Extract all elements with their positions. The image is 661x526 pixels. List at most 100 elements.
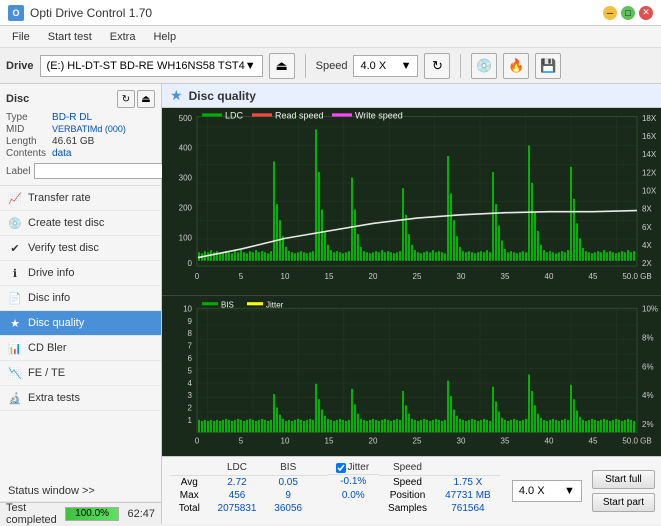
sidebar-item-extra-tests[interactable]: 🔬 Extra tests [0, 386, 161, 411]
speed-label: Speed [316, 60, 348, 72]
label-row: Label 🔍 [6, 163, 155, 179]
svg-text:7: 7 [188, 342, 193, 351]
create-test-disc-label: Create test disc [28, 217, 104, 229]
fe-te-label: FE / TE [28, 367, 65, 379]
disc-eject-button[interactable]: ⏏ [137, 90, 155, 108]
col-header-spacer [311, 461, 328, 475]
transfer-rate-icon: 📈 [8, 191, 22, 205]
eject-button[interactable]: ⏏ [269, 53, 295, 79]
speed-value: 4.0 X [360, 60, 386, 72]
svg-text:400: 400 [179, 144, 193, 153]
progress-bar: 100.0% [65, 507, 120, 521]
avg-speed-val: 1.75 X [436, 475, 500, 489]
svg-text:6: 6 [188, 354, 193, 363]
start-part-button[interactable]: Start part [592, 493, 655, 512]
sidebar-item-cd-bler[interactable]: 📊 CD Bler [0, 336, 161, 361]
menu-start-test[interactable]: Start test [40, 29, 100, 45]
jitter-checkbox[interactable] [336, 463, 346, 473]
svg-text:20: 20 [369, 272, 378, 281]
dropdown-arrow-icon: ▼ [245, 60, 256, 72]
main-layout: Disc ↻ ⏏ Type BD-R DL MID VERBATIMd (000… [0, 84, 661, 524]
max-bis: 9 [265, 489, 310, 502]
mid-value: VERBATIMd (000) [52, 124, 155, 135]
svg-text:0: 0 [195, 272, 200, 281]
svg-text:8%: 8% [642, 333, 654, 342]
disc-refresh-button[interactable]: ↻ [117, 90, 135, 108]
svg-text:Jitter: Jitter [266, 300, 284, 309]
status-window-nav[interactable]: Status window >> [0, 481, 161, 502]
legend-read-speed: Read speed [275, 110, 323, 120]
jitter-header-label: Jitter [348, 462, 370, 473]
contents-value: data [52, 148, 155, 159]
sidebar-item-disc-info[interactable]: 📄 Disc info [0, 286, 161, 311]
sidebar-item-fe-te[interactable]: 📉 FE / TE [0, 361, 161, 386]
footer-speed-value: 4.0 X [519, 485, 545, 497]
svg-text:14X: 14X [642, 150, 657, 159]
max-ldc: 456 [209, 489, 266, 502]
nav-items: 📈 Transfer rate 💿 Create test disc ✔ Ver… [0, 186, 161, 481]
svg-text:15: 15 [325, 437, 334, 446]
minimize-button[interactable]: ─ [603, 6, 617, 20]
svg-text:0: 0 [195, 437, 200, 446]
svg-text:6%: 6% [642, 362, 654, 371]
svg-text:2X: 2X [642, 259, 652, 268]
transfer-rate-label: Transfer rate [28, 192, 91, 204]
svg-text:200: 200 [179, 203, 193, 212]
disc-info-label: Disc info [28, 292, 70, 304]
svg-text:4: 4 [188, 379, 193, 388]
content-area: ★ Disc quality [162, 84, 661, 524]
close-button[interactable]: ✕ [639, 6, 653, 20]
disc-quality-label: Disc quality [28, 317, 84, 329]
fe-te-icon: 📉 [8, 366, 22, 380]
sidebar-item-drive-info[interactable]: ℹ Drive info [0, 261, 161, 286]
col-header-speed: Speed [379, 461, 436, 475]
total-speed-label: Samples [379, 502, 436, 515]
total-ldc: 2075831 [209, 502, 266, 515]
col-header-empty [170, 461, 209, 475]
time-display: 62:47 [127, 508, 155, 520]
svg-text:3: 3 [188, 391, 193, 400]
menu-help[interactable]: Help [145, 29, 184, 45]
sidebar-item-disc-quality[interactable]: ★ Disc quality [0, 311, 161, 336]
drive-dropdown[interactable]: (E:) HL-DT-ST BD-RE WH16NS58 TST4 ▼ [40, 55, 263, 77]
svg-text:18X: 18X [642, 114, 657, 123]
svg-text:0: 0 [188, 259, 193, 268]
footer-speed-area: 4.0 X ▼ [508, 457, 586, 524]
total-spacer [311, 502, 328, 515]
menu-bar: File Start test Extra Help [0, 26, 661, 48]
start-full-button[interactable]: Start full [592, 470, 655, 489]
svg-text:30: 30 [457, 437, 466, 446]
svg-text:BIS: BIS [221, 300, 234, 309]
avg-bis: 0.05 [265, 475, 310, 489]
svg-text:500: 500 [179, 114, 193, 123]
svg-text:10: 10 [281, 437, 290, 446]
extra-tests-icon: 🔬 [8, 391, 22, 405]
svg-text:2: 2 [188, 403, 193, 412]
maximize-button[interactable]: □ [621, 6, 635, 20]
svg-text:4X: 4X [642, 241, 652, 250]
sidebar-item-verify-test-disc[interactable]: ✔ Verify test disc [0, 236, 161, 261]
disc-button[interactable]: 💿 [471, 53, 497, 79]
stats-table: LDC BIS Jitter Speed [170, 461, 500, 515]
refresh-button[interactable]: ↻ [424, 53, 450, 79]
svg-text:300: 300 [179, 173, 193, 182]
avg-ldc: 2.72 [209, 475, 266, 489]
burn-button[interactable]: 🔥 [503, 53, 529, 79]
disc-quality-header: ★ Disc quality [162, 84, 661, 108]
sidebar: Disc ↻ ⏏ Type BD-R DL MID VERBATIMd (000… [0, 84, 162, 524]
save-button[interactable]: 💾 [535, 53, 561, 79]
status-text: Test completed [6, 502, 57, 526]
verify-test-disc-icon: ✔ [8, 241, 22, 255]
toolbar: Drive (E:) HL-DT-ST BD-RE WH16NS58 TST4 … [0, 48, 661, 84]
sidebar-item-create-test-disc[interactable]: 💿 Create test disc [0, 211, 161, 236]
menu-extra[interactable]: Extra [102, 29, 144, 45]
menu-file[interactable]: File [4, 29, 38, 45]
label-input[interactable] [34, 163, 172, 179]
avg-speed-label: Speed [379, 475, 436, 489]
speed-dropdown[interactable]: 4.0 X ▼ [353, 55, 418, 77]
svg-text:8: 8 [188, 329, 193, 338]
footer-speed-dropdown[interactable]: 4.0 X ▼ [512, 480, 582, 502]
mid-label: MID [6, 124, 46, 135]
sidebar-item-transfer-rate[interactable]: 📈 Transfer rate [0, 186, 161, 211]
max-speed-val: 47731 MB [436, 489, 500, 502]
